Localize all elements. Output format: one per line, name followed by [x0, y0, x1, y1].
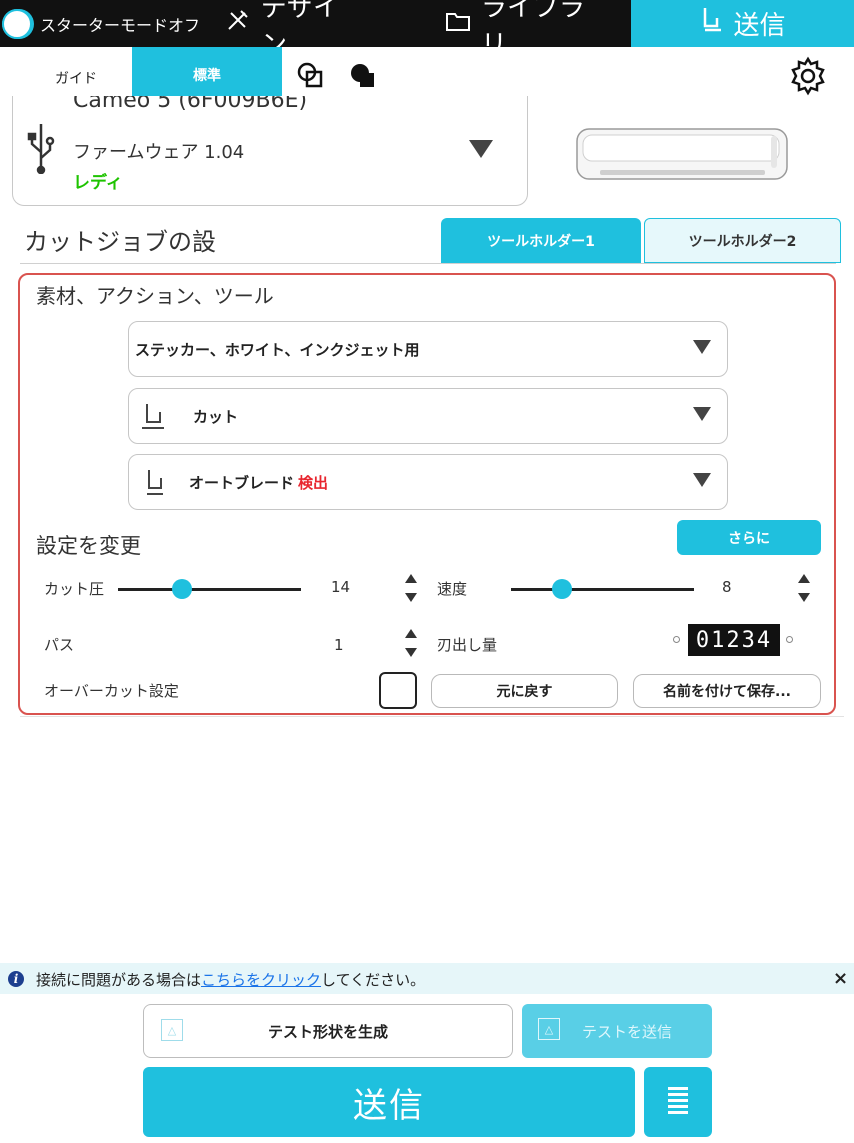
usb-icon	[27, 122, 55, 178]
queue-list-icon	[667, 1085, 689, 1119]
overcut-label: オーバーカット設定	[44, 682, 179, 700]
speed-label: 速度	[437, 580, 468, 598]
info-icon: i	[8, 971, 24, 987]
send-test-label: テストを送信	[581, 1022, 672, 1041]
tool-detected-status: 検出	[298, 474, 329, 492]
chevron-down-icon	[693, 407, 711, 421]
caret-up-icon[interactable]	[405, 629, 417, 638]
generate-test-shape-button[interactable]: △ テスト形状を生成	[143, 1004, 513, 1058]
starter-mode-label: スターターモードオフ	[40, 16, 201, 35]
force-slider-track[interactable]	[118, 588, 301, 591]
more-settings-button[interactable]: さらに	[677, 520, 821, 555]
caret-down-icon[interactable]	[405, 648, 417, 657]
shape-union-icon[interactable]	[296, 61, 326, 95]
divider	[20, 263, 836, 264]
cut-action-icon	[138, 402, 166, 436]
passes-stepper[interactable]	[404, 627, 418, 661]
info-text-before: 接続に問題がある場合は	[36, 971, 202, 989]
device-selector[interactable]: Cameo 5 (6F009B6E) ファームウェア 1.04 レディ	[12, 96, 528, 206]
reset-button[interactable]: 元に戻す	[431, 674, 618, 708]
speed-slider-track[interactable]	[511, 588, 694, 591]
cut-job-settings-title: カットジョブの設	[24, 228, 216, 256]
caret-down-icon[interactable]	[798, 593, 810, 602]
autoblade-icon	[144, 468, 166, 500]
firmware-version: ファームウェア 1.04	[73, 142, 245, 163]
blade-depth-dial[interactable]: 01234	[688, 624, 780, 656]
pencil-ruler-icon	[225, 7, 251, 40]
help-link[interactable]: こちらをクリック	[201, 971, 321, 989]
test-shape-icon: △	[161, 1019, 183, 1041]
tab-send[interactable]: 送信	[631, 0, 854, 47]
action-value: カット	[193, 408, 239, 426]
blade-holder-icon	[699, 6, 723, 41]
test-shape-icon: △	[538, 1018, 560, 1040]
info-text-after: してください。	[321, 971, 426, 989]
blade-depth-label: 刃出し量	[437, 636, 498, 654]
passes-value: 1	[334, 636, 344, 654]
tab-design[interactable]: デザイン	[225, 0, 360, 60]
material-dropdown[interactable]: ステッカー、ホワイト、インクジェット用	[128, 321, 728, 377]
speed-value: 8	[722, 578, 732, 596]
speed-stepper[interactable]	[797, 572, 811, 606]
info-message: 接続に問題がある場合はこちらをクリックしてください。	[36, 969, 425, 990]
depth-increase-icon[interactable]	[786, 636, 793, 643]
force-stepper[interactable]	[404, 572, 418, 606]
force-label: カット圧	[44, 580, 105, 598]
caret-up-icon[interactable]	[798, 574, 810, 583]
change-settings-title: 設定を変更	[36, 534, 141, 558]
generate-test-label: テスト形状を生成	[267, 1022, 388, 1041]
action-dropdown[interactable]: カット	[128, 388, 728, 444]
material-value: ステッカー、ホワイト、インクジェット用	[135, 341, 420, 359]
device-name: Cameo 5 (6F009B6E)	[73, 96, 308, 113]
passes-label: パス	[44, 636, 75, 654]
close-icon[interactable]: ×	[833, 968, 848, 989]
settings-gear-icon[interactable]	[788, 56, 828, 100]
queue-button[interactable]	[644, 1067, 712, 1137]
send-test-button[interactable]: △ テストを送信	[522, 1004, 712, 1058]
chevron-down-icon[interactable]	[468, 138, 494, 164]
guide-tab[interactable]: ガイド	[55, 68, 97, 88]
tab-tool-holder-2[interactable]: ツールホルダー2	[644, 218, 841, 263]
caret-down-icon[interactable]	[405, 593, 417, 602]
divider	[20, 716, 844, 717]
shape-overlap-icon[interactable]	[349, 62, 379, 96]
top-navigation-bar: スターターモードオフ デザイン ライブラリ 送信	[0, 0, 854, 60]
chevron-down-icon	[693, 473, 711, 487]
connection-info-bar: i 接続に問題がある場合はこちらをクリックしてください。 ×	[0, 963, 854, 994]
folder-icon	[445, 9, 471, 39]
toggle-knob	[2, 9, 32, 39]
force-value: 14	[331, 578, 351, 596]
standard-tab[interactable]: 標準	[132, 47, 282, 103]
tool-value: オートブレード	[189, 474, 295, 492]
starter-mode-toggle[interactable]	[2, 9, 34, 39]
section-title: 素材、アクション、ツール	[36, 284, 274, 308]
send-button[interactable]: 送信	[143, 1067, 635, 1137]
tab-send-label: 送信	[733, 11, 786, 41]
tab-tool-holder-1[interactable]: ツールホルダー1	[441, 218, 641, 263]
save-as-button[interactable]: 名前を付けて保存...	[633, 674, 821, 708]
tab-library-label: ライブラリ	[481, 0, 586, 60]
cutting-machine-image	[575, 126, 790, 188]
tool-dropdown[interactable]: オートブレード 検出	[128, 454, 728, 510]
tab-library[interactable]: ライブラリ	[445, 0, 590, 60]
device-status: レディ	[73, 173, 123, 193]
chevron-down-icon	[693, 340, 711, 354]
caret-up-icon[interactable]	[405, 574, 417, 583]
depth-decrease-icon[interactable]	[673, 636, 680, 643]
overcut-checkbox[interactable]	[379, 672, 417, 709]
force-slider-handle[interactable]	[172, 579, 193, 599]
